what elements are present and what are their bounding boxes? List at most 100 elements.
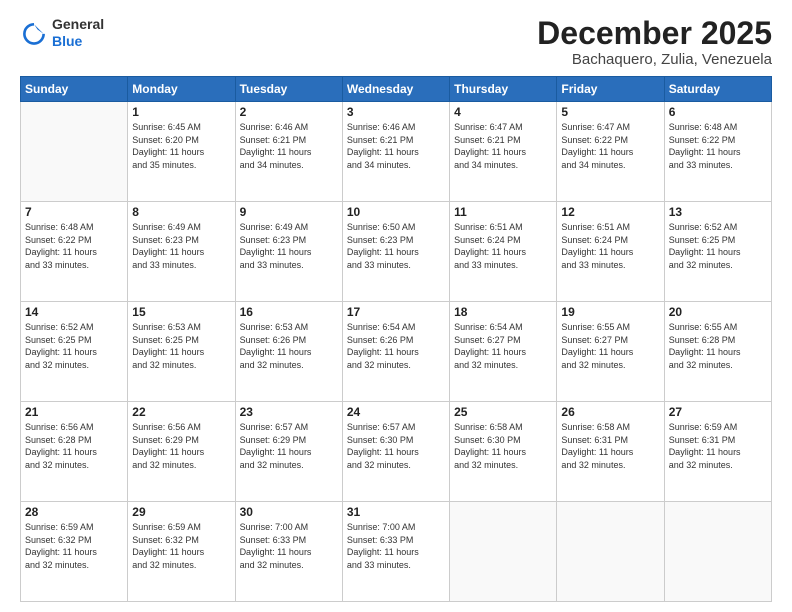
weekday-header-sunday: Sunday [21, 77, 128, 102]
cell-daylight-info: Sunrise: 6:45 AM Sunset: 6:20 PM Dayligh… [132, 121, 230, 171]
calendar-cell: 9 Sunrise: 6:49 AM Sunset: 6:23 PM Daylig… [235, 202, 342, 302]
calendar-cell: 10 Sunrise: 6:50 AM Sunset: 6:23 PM Dayli… [342, 202, 449, 302]
cell-daylight-info: Sunrise: 6:54 AM Sunset: 6:26 PM Dayligh… [347, 321, 445, 371]
header: General Blue December 2025 Bachaquero, Z… [20, 16, 772, 68]
calendar-cell: 29 Sunrise: 6:59 AM Sunset: 6:32 PM Dayli… [128, 502, 235, 602]
day-number: 25 [454, 405, 552, 419]
calendar-cell: 17Sunrise: 6:54 AM Sunset: 6:26 PM Dayli… [342, 302, 449, 402]
day-number: 24 [347, 405, 445, 419]
cell-daylight-info: Sunrise: 6:51 AM Sunset: 6:24 PM Dayligh… [454, 221, 552, 271]
day-number: 8 [132, 205, 230, 219]
day-number: 9 [240, 205, 338, 219]
calendar-cell: 12Sunrise: 6:51 AM Sunset: 6:24 PM Dayli… [557, 202, 664, 302]
day-number: 10 [347, 205, 445, 219]
calendar-table: SundayMondayTuesdayWednesdayThursdayFrid… [20, 76, 772, 602]
calendar-cell [21, 102, 128, 202]
day-number: 7 [25, 205, 123, 219]
day-number: 15 [132, 305, 230, 319]
calendar-cell: 13 Sunrise: 6:52 AM Sunset: 6:25 PM Dayli… [664, 202, 771, 302]
day-number: 22 [132, 405, 230, 419]
calendar-cell: 15 Sunrise: 6:53 AM Sunset: 6:25 PM Dayli… [128, 302, 235, 402]
calendar-cell: 7 Sunrise: 6:48 AM Sunset: 6:22 PM Daylig… [21, 202, 128, 302]
calendar-cell: 26 Sunrise: 6:58 AM Sunset: 6:31 PM Dayli… [557, 402, 664, 502]
calendar-week-row: 28Sunrise: 6:59 AM Sunset: 6:32 PM Dayli… [21, 502, 772, 602]
logo-icon [20, 19, 48, 47]
calendar-cell: 20 Sunrise: 6:55 AM Sunset: 6:28 PM Dayli… [664, 302, 771, 402]
calendar-cell: 16 Sunrise: 6:53 AM Sunset: 6:26 PM Dayli… [235, 302, 342, 402]
cell-daylight-info: Sunrise: 6:57 AM Sunset: 6:29 PM Dayligh… [240, 421, 338, 471]
day-number: 13 [669, 205, 767, 219]
calendar-cell: 21Sunrise: 6:56 AM Sunset: 6:28 PM Dayli… [21, 402, 128, 502]
cell-daylight-info: Sunrise: 6:58 AM Sunset: 6:31 PM Dayligh… [561, 421, 659, 471]
cell-daylight-info: Sunrise: 6:59 AM Sunset: 6:32 PM Dayligh… [132, 521, 230, 571]
calendar-cell: 11Sunrise: 6:51 AM Sunset: 6:24 PM Dayli… [450, 202, 557, 302]
day-number: 4 [454, 105, 552, 119]
cell-daylight-info: Sunrise: 6:52 AM Sunset: 6:25 PM Dayligh… [25, 321, 123, 371]
calendar-cell [450, 502, 557, 602]
calendar-cell: 14 Sunrise: 6:52 AM Sunset: 6:25 PM Dayli… [21, 302, 128, 402]
cell-daylight-info: Sunrise: 6:55 AM Sunset: 6:28 PM Dayligh… [669, 321, 767, 371]
day-number: 14 [25, 305, 123, 319]
day-number: 31 [347, 505, 445, 519]
day-number: 19 [561, 305, 659, 319]
title-block: December 2025 Bachaquero, Zulia, Venezue… [537, 16, 772, 68]
day-number: 5 [561, 105, 659, 119]
logo-blue: Blue [52, 33, 104, 50]
day-number: 6 [669, 105, 767, 119]
calendar-cell: 5 Sunrise: 6:47 AM Sunset: 6:22 PM Daylig… [557, 102, 664, 202]
cell-daylight-info: Sunrise: 6:50 AM Sunset: 6:23 PM Dayligh… [347, 221, 445, 271]
day-number: 3 [347, 105, 445, 119]
weekday-header-saturday: Saturday [664, 77, 771, 102]
calendar-week-row: 7 Sunrise: 6:48 AM Sunset: 6:22 PM Daylig… [21, 202, 772, 302]
calendar-cell [664, 502, 771, 602]
cell-daylight-info: Sunrise: 6:53 AM Sunset: 6:26 PM Dayligh… [240, 321, 338, 371]
calendar-cell: 4 Sunrise: 6:47 AM Sunset: 6:21 PM Daylig… [450, 102, 557, 202]
logo: General Blue [20, 16, 104, 50]
calendar-cell: 18 Sunrise: 6:54 AM Sunset: 6:27 PM Dayli… [450, 302, 557, 402]
page: General Blue December 2025 Bachaquero, Z… [0, 0, 792, 612]
cell-daylight-info: Sunrise: 6:47 AM Sunset: 6:22 PM Dayligh… [561, 121, 659, 171]
day-number: 20 [669, 305, 767, 319]
calendar-cell: 1 Sunrise: 6:45 AM Sunset: 6:20 PM Daylig… [128, 102, 235, 202]
weekday-header-friday: Friday [557, 77, 664, 102]
day-number: 16 [240, 305, 338, 319]
cell-daylight-info: Sunrise: 6:48 AM Sunset: 6:22 PM Dayligh… [25, 221, 123, 271]
cell-daylight-info: Sunrise: 6:47 AM Sunset: 6:21 PM Dayligh… [454, 121, 552, 171]
cell-daylight-info: Sunrise: 6:56 AM Sunset: 6:29 PM Dayligh… [132, 421, 230, 471]
day-number: 23 [240, 405, 338, 419]
weekday-header-thursday: Thursday [450, 77, 557, 102]
weekday-header-wednesday: Wednesday [342, 77, 449, 102]
calendar-week-row: 21Sunrise: 6:56 AM Sunset: 6:28 PM Dayli… [21, 402, 772, 502]
calendar-cell: 2 Sunrise: 6:46 AM Sunset: 6:21 PM Daylig… [235, 102, 342, 202]
cell-daylight-info: Sunrise: 7:00 AM Sunset: 6:33 PM Dayligh… [347, 521, 445, 571]
calendar-cell: 8Sunrise: 6:49 AM Sunset: 6:23 PM Daylig… [128, 202, 235, 302]
cell-daylight-info: Sunrise: 6:53 AM Sunset: 6:25 PM Dayligh… [132, 321, 230, 371]
cell-daylight-info: Sunrise: 7:00 AM Sunset: 6:33 PM Dayligh… [240, 521, 338, 571]
cell-daylight-info: Sunrise: 6:54 AM Sunset: 6:27 PM Dayligh… [454, 321, 552, 371]
calendar-cell: 19Sunrise: 6:55 AM Sunset: 6:27 PM Dayli… [557, 302, 664, 402]
weekday-header-row: SundayMondayTuesdayWednesdayThursdayFrid… [21, 77, 772, 102]
calendar-cell: 3Sunrise: 6:46 AM Sunset: 6:21 PM Daylig… [342, 102, 449, 202]
cell-daylight-info: Sunrise: 6:46 AM Sunset: 6:21 PM Dayligh… [240, 121, 338, 171]
calendar-week-row: 1 Sunrise: 6:45 AM Sunset: 6:20 PM Daylig… [21, 102, 772, 202]
cell-daylight-info: Sunrise: 6:57 AM Sunset: 6:30 PM Dayligh… [347, 421, 445, 471]
month-title: December 2025 [537, 16, 772, 51]
calendar-cell: 6 Sunrise: 6:48 AM Sunset: 6:22 PM Daylig… [664, 102, 771, 202]
calendar-cell: 22 Sunrise: 6:56 AM Sunset: 6:29 PM Dayli… [128, 402, 235, 502]
cell-daylight-info: Sunrise: 6:48 AM Sunset: 6:22 PM Dayligh… [669, 121, 767, 171]
day-number: 2 [240, 105, 338, 119]
day-number: 26 [561, 405, 659, 419]
logo-general: General [52, 16, 104, 33]
cell-daylight-info: Sunrise: 6:49 AM Sunset: 6:23 PM Dayligh… [240, 221, 338, 271]
calendar-cell [557, 502, 664, 602]
cell-daylight-info: Sunrise: 6:58 AM Sunset: 6:30 PM Dayligh… [454, 421, 552, 471]
day-number: 27 [669, 405, 767, 419]
calendar-cell: 30 Sunrise: 7:00 AM Sunset: 6:33 PM Dayli… [235, 502, 342, 602]
day-number: 30 [240, 505, 338, 519]
cell-daylight-info: Sunrise: 6:52 AM Sunset: 6:25 PM Dayligh… [669, 221, 767, 271]
day-number: 18 [454, 305, 552, 319]
day-number: 29 [132, 505, 230, 519]
calendar-cell: 28Sunrise: 6:59 AM Sunset: 6:32 PM Dayli… [21, 502, 128, 602]
cell-daylight-info: Sunrise: 6:59 AM Sunset: 6:31 PM Dayligh… [669, 421, 767, 471]
day-number: 1 [132, 105, 230, 119]
